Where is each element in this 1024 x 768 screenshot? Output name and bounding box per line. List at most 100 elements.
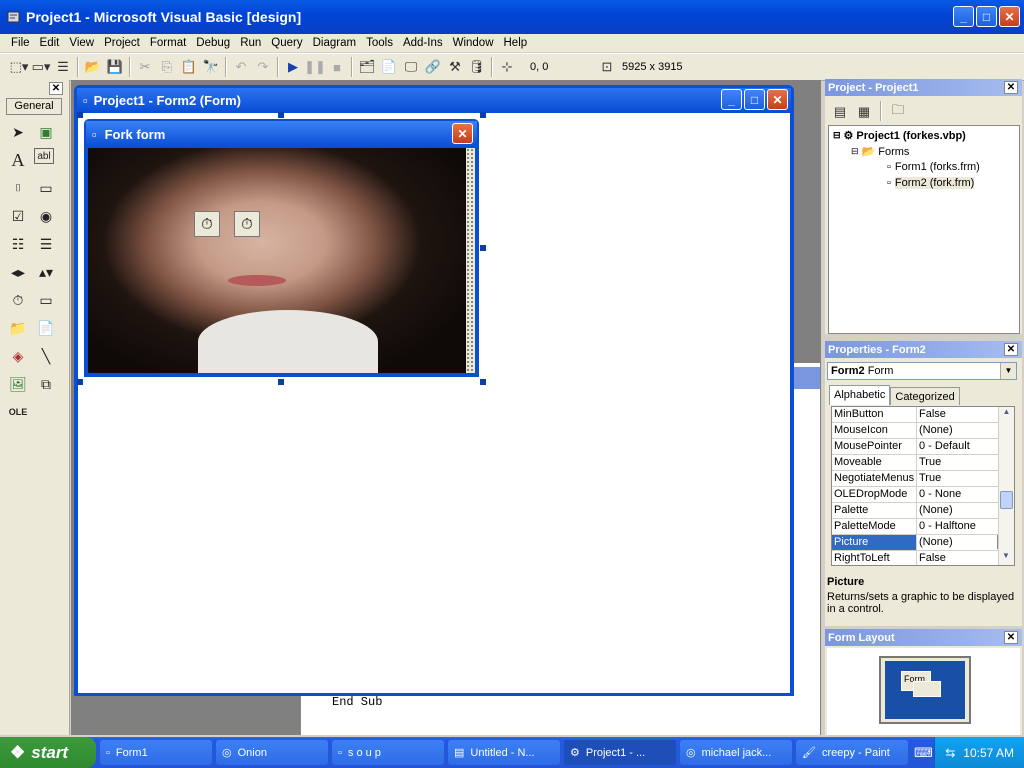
redo-icon[interactable]: ↷ xyxy=(252,56,274,78)
network-icon[interactable]: ⇆ xyxy=(945,746,955,760)
chevron-down-icon[interactable]: ▼ xyxy=(1000,363,1016,379)
resize-handle[interactable] xyxy=(278,379,284,385)
toggle-folders-icon[interactable]: 🗀 xyxy=(887,101,909,123)
form-layout-close-button[interactable]: ✕ xyxy=(1004,631,1018,644)
property-row[interactable]: OLEDropMode 0 - None xyxy=(832,487,1014,503)
clock[interactable]: 10:57 AM xyxy=(963,746,1014,760)
scroll-up-icon[interactable]: ▲ xyxy=(999,407,1014,421)
properties-window-icon[interactable]: 📄 xyxy=(378,56,400,78)
object-browser-icon[interactable]: 🔗 xyxy=(422,56,444,78)
project-explorer-icon[interactable]: 🗂 xyxy=(356,56,378,78)
tree-item-form1[interactable]: ▫ Form1 (forks.frm) xyxy=(887,161,980,173)
hscrollbar-tool-icon[interactable]: ◂▸ xyxy=(6,260,30,284)
shape-tool-icon[interactable]: ◈ xyxy=(6,344,30,368)
timer-control-icon[interactable]: ⏱ xyxy=(234,211,260,237)
menu-format[interactable]: Format xyxy=(145,37,191,49)
menu-query[interactable]: Query xyxy=(266,37,307,49)
form2-close-button[interactable]: ✕ xyxy=(767,89,788,110)
menu-file[interactable]: File xyxy=(6,37,35,49)
taskbar-item[interactable]: ◎ michael jack... xyxy=(680,740,792,765)
undo-icon[interactable]: ↶ xyxy=(230,56,252,78)
minimize-button[interactable]: _ xyxy=(953,6,974,27)
label-tool-icon[interactable]: A xyxy=(6,148,30,172)
vscrollbar-tool-icon[interactable]: ▴▾ xyxy=(34,260,58,284)
commandbutton-tool-icon[interactable]: ▭ xyxy=(34,176,58,200)
property-row-selected[interactable]: Picture(None)... xyxy=(832,535,1014,551)
menu-editor-icon[interactable]: ☰ xyxy=(52,56,74,78)
add-form-icon[interactable]: ▭▾ xyxy=(30,56,52,78)
tree-expand-icon[interactable]: ⊟ xyxy=(833,130,841,141)
resize-handle[interactable] xyxy=(480,379,486,385)
menu-run[interactable]: Run xyxy=(235,37,266,49)
resize-handle[interactable] xyxy=(480,112,486,118)
frame-tool-icon[interactable]: ⌷ xyxy=(6,176,30,200)
face-photo[interactable] xyxy=(88,148,466,373)
open-folder-icon[interactable]: 📂 xyxy=(82,56,104,78)
checkbox-tool-icon[interactable]: ☑ xyxy=(6,204,30,228)
property-row[interactable]: RightToLeft False xyxy=(832,551,1014,565)
run-icon[interactable]: ▶ xyxy=(282,56,304,78)
object-selector[interactable]: Form2 Form ▼ xyxy=(827,362,1017,380)
menu-view[interactable]: View xyxy=(64,37,99,49)
menu-window[interactable]: Window xyxy=(448,37,499,49)
taskbar-item[interactable]: ◎ Onion xyxy=(216,740,328,765)
toolbox-icon[interactable]: ⚒ xyxy=(444,56,466,78)
close-button[interactable]: ✕ xyxy=(999,6,1020,27)
form2-maximize-button[interactable]: □ xyxy=(744,89,765,110)
drivelistbox-tool-icon[interactable]: ▭ xyxy=(34,288,58,312)
toolbox-general-tab[interactable]: General xyxy=(6,98,62,115)
taskbar-item[interactable]: ▫ s o u p xyxy=(332,740,444,765)
property-grid-scrollbar[interactable]: ▲ ▼ xyxy=(998,407,1014,565)
optionbutton-tool-icon[interactable]: ◉ xyxy=(34,204,58,228)
resize-handle[interactable] xyxy=(278,112,284,118)
filelistbox-tool-icon[interactable]: 📄 xyxy=(34,316,58,340)
timer-tool-icon[interactable]: ⏱ xyxy=(6,288,30,312)
project-explorer-close-button[interactable]: ✕ xyxy=(1004,81,1018,94)
listbox-tool-icon[interactable]: ☰ xyxy=(34,232,58,256)
keyboard-icon[interactable]: ⌨ xyxy=(914,745,933,761)
scroll-down-icon[interactable]: ▼ xyxy=(999,551,1013,565)
property-row[interactable]: NegotiateMenus True xyxy=(832,471,1014,487)
image-tool-icon[interactable]: 🖼 xyxy=(6,372,30,396)
resize-handle[interactable] xyxy=(77,379,83,385)
maximize-button[interactable]: □ xyxy=(976,6,997,27)
menu-project[interactable]: Project xyxy=(99,37,145,49)
fork-form-title-bar[interactable]: ▫ Fork form ✕ xyxy=(86,121,477,147)
property-row[interactable]: Moveable True xyxy=(832,455,1014,471)
add-project-icon[interactable]: ⬚▾ xyxy=(8,56,30,78)
resize-handle[interactable] xyxy=(77,112,83,118)
tree-item-form2[interactable]: ▫ Form2 (fork.frm) xyxy=(887,177,975,189)
picturebox-tool-icon[interactable]: ▣ xyxy=(34,120,58,144)
form2-title-bar[interactable]: ▫ Project1 - Form2 (Form) _ □ ✕ xyxy=(77,88,791,112)
start-button[interactable]: ❖ start xyxy=(0,737,96,768)
property-row[interactable]: MinButton False xyxy=(832,407,1014,423)
property-row[interactable]: MousePointer 0 - Default xyxy=(832,439,1014,455)
find-icon[interactable]: 🔭 xyxy=(200,56,222,78)
copy-icon[interactable]: ⎘ xyxy=(156,56,178,78)
resize-handle[interactable] xyxy=(480,245,486,251)
menu-edit[interactable]: Edit xyxy=(35,37,65,49)
view-code-icon[interactable]: ▤ xyxy=(829,101,851,123)
tree-forms-folder[interactable]: ⊟ 📂 Forms xyxy=(851,145,909,159)
fork-form[interactable]: ▫ Fork form ✕ ⏱ ⏱ xyxy=(84,119,479,377)
menu-addins[interactable]: Add-Ins xyxy=(398,37,448,49)
toolbox-close-button[interactable]: ✕ xyxy=(49,82,63,95)
tree-project-node[interactable]: ⊟ ⚙ Project1 (forkes.vbp) xyxy=(833,129,966,143)
view-object-icon[interactable]: ▦ xyxy=(853,101,875,123)
form2-minimize-button[interactable]: _ xyxy=(721,89,742,110)
main-title-bar[interactable]: Project1 - Microsoft Visual Basic [desig… xyxy=(0,0,1024,34)
taskbar-item-active[interactable]: ⚙ Project1 - ... xyxy=(564,740,676,765)
dirlistbox-tool-icon[interactable]: 📁 xyxy=(6,316,30,340)
property-value[interactable]: (None) xyxy=(917,535,997,550)
menu-debug[interactable]: Debug xyxy=(191,37,235,49)
menu-diagram[interactable]: Diagram xyxy=(308,37,361,49)
tab-alphabetic[interactable]: Alphabetic xyxy=(829,385,891,405)
fork-form-close-button[interactable]: ✕ xyxy=(452,123,473,144)
textbox-tool-icon[interactable]: abl xyxy=(34,148,54,164)
scroll-thumb[interactable] xyxy=(1000,491,1013,509)
combobox-tool-icon[interactable]: ☷ xyxy=(6,232,30,256)
fork-form-body[interactable]: ⏱ ⏱ xyxy=(88,148,475,373)
pointer-tool-icon[interactable]: ➤ xyxy=(6,120,30,144)
property-row[interactable]: Palette (None) xyxy=(832,503,1014,519)
properties-close-button[interactable]: ✕ xyxy=(1004,343,1018,356)
